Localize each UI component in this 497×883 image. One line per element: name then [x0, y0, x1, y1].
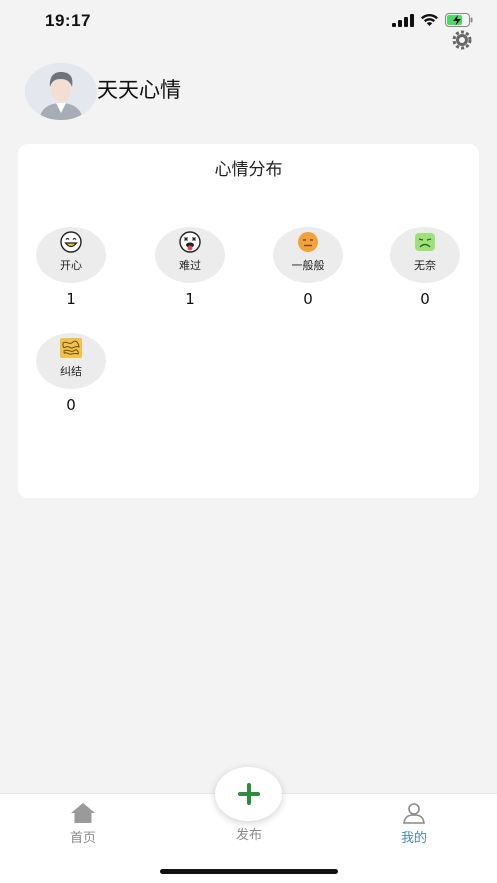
tab-home-label: 首页 — [69, 831, 96, 846]
mood-count: 0 — [303, 290, 313, 308]
mood-label: 无奈 — [414, 259, 436, 272]
mood-bubble: 开心 — [36, 227, 106, 283]
tongue-sad-emoji-icon — [179, 231, 201, 253]
mood-item-tangled[interactable]: 纠结 0 — [36, 333, 106, 414]
status-bar: 19:17 — [0, 0, 497, 50]
mood-distribution-card: 心情分布 开心 1 难过 1 一般般 0 无奈 0 纠结 0 — [18, 144, 479, 498]
grin-emoji-icon — [60, 231, 82, 253]
tab-mine[interactable]: 我的 — [374, 802, 454, 846]
mood-item-neutral[interactable]: 一般般 0 — [273, 227, 343, 308]
mood-bubble: 一般般 — [273, 227, 343, 283]
status-icons — [392, 13, 473, 27]
card-title: 心情分布 — [214, 160, 283, 180]
battery-charging-icon — [445, 13, 473, 27]
neutral-emoji-icon — [298, 232, 318, 252]
user-profile-icon — [403, 803, 425, 824]
helpless-green-emoji-icon — [415, 233, 435, 251]
cellular-signal-icon — [392, 13, 414, 27]
mood-count: 1 — [66, 290, 76, 308]
tangled-emoji-icon — [60, 338, 82, 358]
mood-count: 1 — [185, 290, 195, 308]
mood-bubble: 纠结 — [36, 333, 106, 389]
tab-publish-label[interactable]: 发布 — [209, 824, 289, 843]
mood-label: 难过 — [179, 259, 201, 272]
settings-gear-icon[interactable] — [451, 29, 473, 51]
mood-bubble: 无奈 — [390, 227, 460, 283]
wifi-icon — [421, 13, 438, 26]
status-time: 19:17 — [45, 11, 91, 30]
plus-icon — [237, 783, 260, 805]
avatar[interactable] — [25, 63, 97, 120]
mood-count: 0 — [420, 290, 430, 308]
mood-bubble: 难过 — [155, 227, 225, 283]
tab-home[interactable]: 首页 — [43, 802, 123, 846]
mood-label: 开心 — [60, 259, 82, 272]
home-indicator — [160, 869, 338, 874]
mood-item-helpless[interactable]: 无奈 0 — [390, 227, 460, 308]
mood-count: 0 — [66, 396, 76, 414]
mood-item-sad[interactable]: 难过 1 — [155, 227, 225, 308]
publish-button[interactable] — [215, 767, 282, 821]
mood-item-happy[interactable]: 开心 1 — [36, 227, 106, 308]
user-avatar-icon — [25, 63, 97, 120]
mood-label: 纠结 — [60, 365, 82, 378]
profile-name: 天天心情 — [97, 78, 181, 102]
mood-label: 一般般 — [291, 259, 325, 272]
tab-mine-label: 我的 — [400, 831, 427, 846]
home-icon — [71, 803, 95, 823]
